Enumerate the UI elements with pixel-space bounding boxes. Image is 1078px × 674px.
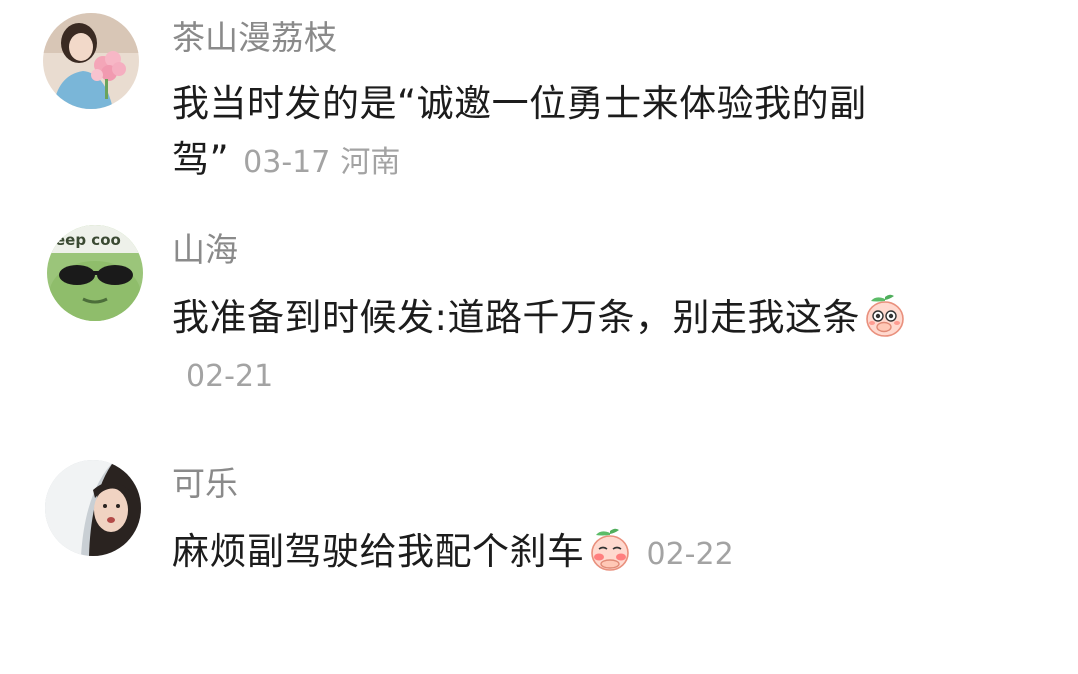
comment-text-block: 我准备到时候发:道路千万条，别走我这条 02-21 xyxy=(172,290,912,405)
comment-text: 我准备到时候发:道路千万条，别走我这条 xyxy=(172,296,860,339)
comment-text: 麻烦副驾驶给我配个刹车 xyxy=(172,530,585,573)
comment-date: 02-22 xyxy=(646,537,734,572)
comment-location: 河南 xyxy=(340,145,401,180)
comment-date: 02-21 xyxy=(186,359,274,394)
avatar[interactable]: eep coo xyxy=(47,225,143,321)
comment-username[interactable]: 茶山漫荔枝 xyxy=(172,18,337,58)
comment-username[interactable]: 山海 xyxy=(172,230,238,270)
comment-text-block: 我当时发的是“诚邀一位勇士来体验我的副驾” 03-17 河南 xyxy=(172,76,912,191)
avatar[interactable] xyxy=(45,460,141,556)
comment-date: 03-17 xyxy=(243,145,331,180)
avatar-caption: eep coo xyxy=(55,231,121,249)
avatar-girl-image xyxy=(43,13,139,109)
comment-username[interactable]: 可乐 xyxy=(172,464,238,504)
peach-covering-mouth-emoji xyxy=(862,292,908,338)
comment-text-block: 麻烦副驾驶给我配个刹车 02-22 xyxy=(172,524,912,583)
peach-blushing-emoji xyxy=(587,526,633,572)
avatar[interactable] xyxy=(43,13,139,109)
avatar-girl-hood-image xyxy=(45,460,141,556)
frog-sunglasses-icon: eep coo xyxy=(47,225,143,321)
